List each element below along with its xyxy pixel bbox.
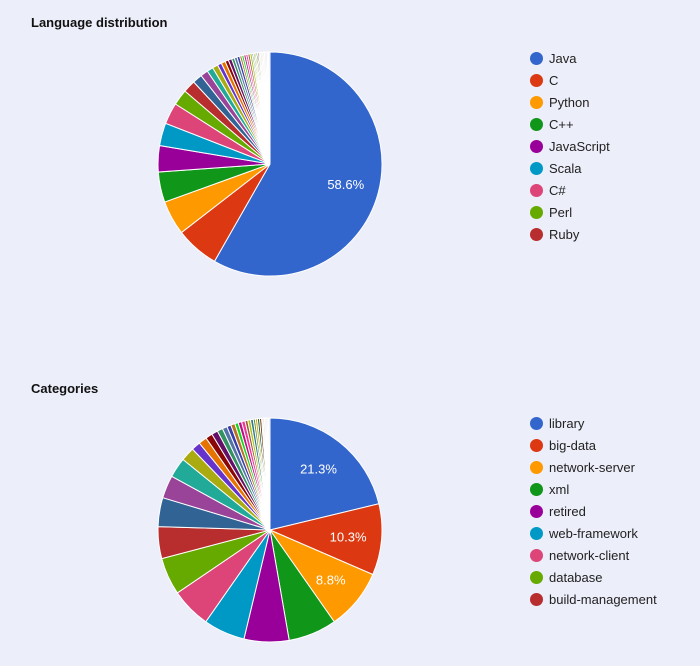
- legend-item-python[interactable]: Python: [530, 91, 610, 113]
- categories-chart: Categories 21.3% 10.3% 8.8% library big-dat…: [0, 366, 700, 666]
- legend-label: xml: [549, 481, 570, 497]
- legend-swatch-icon: [530, 227, 543, 241]
- legend-swatch-icon: [530, 592, 543, 606]
- legend-label: Python: [549, 94, 590, 110]
- legend-item-xml[interactable]: xml: [530, 478, 657, 500]
- legend-label: big-data: [549, 437, 596, 453]
- legend-item-perl[interactable]: Perl: [530, 201, 610, 223]
- language-chart: Language distribution 58.6% Java C Python C…: [0, 0, 700, 300]
- legend-label: network-client: [549, 547, 630, 563]
- legend-item-network-server[interactable]: network-server: [530, 456, 657, 478]
- legend-swatch-icon: [530, 460, 543, 474]
- legend-swatch-icon: [530, 95, 543, 109]
- slice-label-java: 58.6%: [327, 177, 364, 192]
- categories-legend: library big-data network-server xml retired w…: [530, 412, 657, 610]
- legend-swatch-icon: [530, 548, 543, 562]
- legend-label: retired: [549, 503, 586, 519]
- legend-label: Ruby: [549, 226, 580, 242]
- legend-item-c[interactable]: C++: [530, 113, 610, 135]
- legend-item-big-data[interactable]: big-data: [530, 434, 657, 456]
- legend-swatch-icon: [530, 482, 543, 496]
- legend-label: C: [549, 72, 559, 88]
- slice-label-network-server: 8.8%: [316, 573, 346, 588]
- legend-item-c[interactable]: C#: [530, 179, 610, 201]
- legend-swatch-icon: [530, 117, 543, 131]
- legend-swatch-icon: [530, 73, 543, 87]
- legend-label: network-server: [549, 459, 635, 475]
- legend-swatch-icon: [530, 438, 543, 452]
- slice-label-library: 21.3%: [300, 461, 337, 476]
- legend-item-ruby[interactable]: Ruby: [530, 223, 610, 245]
- legend-item-build-management[interactable]: build-management: [530, 588, 657, 610]
- legend-label: Perl: [549, 204, 573, 220]
- legend-label: web-framework: [549, 525, 638, 541]
- legend-item-database[interactable]: database: [530, 566, 657, 588]
- legend-item-network-client[interactable]: network-client: [530, 544, 657, 566]
- legend-item-scala[interactable]: Scala: [530, 157, 610, 179]
- legend-item-library[interactable]: library: [530, 412, 657, 434]
- legend-swatch-icon: [530, 526, 543, 540]
- legend-item-c[interactable]: C: [530, 69, 610, 91]
- legend-swatch-icon: [530, 183, 543, 197]
- legend-swatch-icon: [530, 504, 543, 518]
- legend-label: C#: [549, 182, 566, 198]
- legend-item-retired[interactable]: retired: [530, 500, 657, 522]
- legend-label: Scala: [549, 160, 582, 176]
- legend-label: database: [549, 569, 603, 585]
- slice-label-big-data: 10.3%: [330, 530, 367, 545]
- legend-label: Java: [549, 50, 577, 66]
- legend-label: JavaScript: [549, 138, 610, 154]
- legend-item-javascript[interactable]: JavaScript: [530, 135, 610, 157]
- legend-swatch-icon: [530, 161, 543, 175]
- legend-swatch-icon: [530, 570, 543, 584]
- legend-swatch-icon: [530, 139, 543, 153]
- legend-swatch-icon: [530, 416, 543, 430]
- legend-swatch-icon: [530, 51, 543, 65]
- legend-label: library: [549, 415, 585, 431]
- language-legend: Java C Python C++ JavaScript Scala C# Perl Ruby: [530, 47, 610, 245]
- legend-label: C++: [549, 116, 574, 132]
- legend-label: build-management: [549, 591, 657, 607]
- legend-item-web-framework[interactable]: web-framework: [530, 522, 657, 544]
- legend-swatch-icon: [530, 205, 543, 219]
- legend-item-java[interactable]: Java: [530, 47, 610, 69]
